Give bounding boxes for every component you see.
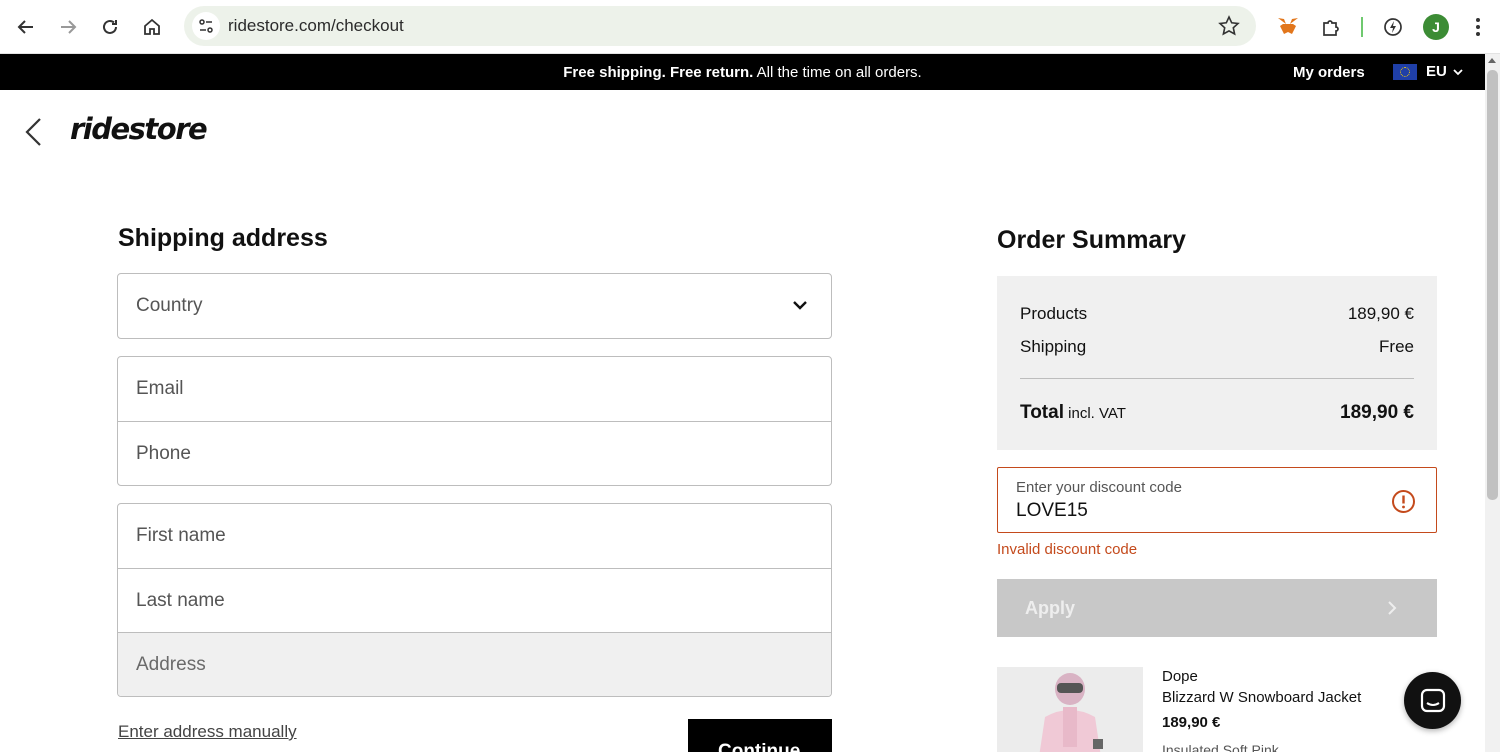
last-name-field[interactable] [136, 589, 831, 612]
url-text: ridestore.com/checkout [228, 16, 404, 35]
discount-label: Enter your discount code [1016, 479, 1182, 496]
enter-address-manually-link[interactable]: Enter address manually [118, 722, 297, 742]
region-label: EU [1426, 63, 1447, 80]
error-alert-icon [1392, 490, 1415, 513]
site-settings-icon[interactable] [192, 12, 220, 40]
scroll-thumb[interactable] [1487, 70, 1498, 500]
product-price: 189,90 € [1162, 714, 1221, 731]
phone-field-wrap [118, 421, 831, 485]
page-scrollbar[interactable] [1485, 54, 1500, 752]
country-select[interactable]: Country [118, 274, 831, 338]
product-variant: Insulated Soft Pink [1162, 742, 1279, 752]
apply-discount-button[interactable]: Apply [997, 579, 1437, 637]
reload-icon[interactable] [95, 12, 125, 42]
extensions-puzzle-icon[interactable] [1317, 13, 1345, 41]
contact-group [117, 356, 832, 486]
products-row: Products 189,90 € [1020, 304, 1414, 324]
shipping-title: Shipping address [118, 224, 328, 252]
jacket-model-illustration [997, 667, 1143, 752]
products-label: Products [1020, 304, 1088, 323]
total-row: Total incl. VAT 189,90 € [1020, 402, 1414, 424]
address-bar[interactable]: ridestore.com/checkout [184, 6, 1256, 46]
discount-input[interactable] [1016, 500, 1376, 522]
product-image[interactable] [997, 667, 1143, 752]
performance-bolt-icon[interactable] [1379, 13, 1407, 41]
fox-extension-icon[interactable] [1274, 13, 1302, 41]
chat-support-button[interactable] [1404, 672, 1461, 729]
total-label-text: Total [1020, 402, 1064, 423]
name-address-group [117, 503, 832, 697]
eu-flag-icon [1393, 63, 1417, 80]
shipping-label: Shipping [1020, 337, 1087, 356]
discount-error-message: Invalid discount code [997, 541, 1138, 558]
bookmark-star-icon[interactable] [1218, 15, 1240, 37]
products-value: 189,90 € [1347, 304, 1414, 323]
summary-box: Products 189,90 € Shipping Free Total in… [997, 276, 1437, 450]
address-field[interactable] [136, 653, 831, 676]
first-name-wrap [118, 504, 831, 568]
order-summary-title: Order Summary [997, 226, 1186, 254]
chevron-down-icon [1453, 68, 1463, 75]
browser-toolbar: ridestore.com/checkout J [0, 0, 1500, 54]
address-wrap [118, 632, 831, 696]
scroll-up-arrow[interactable] [1488, 58, 1496, 63]
promo-message: Free shipping. Free return. All the time… [0, 64, 1485, 81]
total-sub-label: incl. VAT [1063, 405, 1126, 422]
back-arrow-icon[interactable] [20, 116, 46, 148]
country-placeholder: Country [136, 295, 203, 316]
promo-bold-text: Free shipping. Free return. [563, 64, 754, 81]
toolbar-separator [1361, 17, 1363, 37]
total-label: Total incl. VAT [1020, 402, 1126, 424]
product-name[interactable]: Blizzard W Snowboard Jacket [1162, 689, 1361, 706]
apply-label: Apply [1025, 597, 1076, 618]
home-icon[interactable] [137, 12, 167, 42]
promo-bar: Free shipping. Free return. All the time… [0, 54, 1485, 90]
forward-icon[interactable] [53, 12, 83, 42]
promo-rest-text: All the time on all orders. [753, 64, 922, 81]
chevron-down-icon [793, 301, 807, 310]
ridestore-logo[interactable]: ridestore [70, 112, 208, 146]
first-name-field[interactable] [136, 525, 831, 547]
region-selector[interactable]: EU [1393, 63, 1463, 80]
shipping-value: Free [1379, 337, 1414, 356]
my-orders-link[interactable]: My orders [1293, 64, 1365, 81]
country-group: Country [117, 273, 832, 339]
product-brand: Dope [1162, 668, 1198, 685]
email-field-wrap [118, 357, 831, 421]
total-value: 189,90 € [1340, 402, 1414, 423]
last-name-wrap [118, 568, 831, 632]
back-icon[interactable] [11, 12, 41, 42]
profile-avatar[interactable]: J [1423, 14, 1449, 40]
email-field[interactable] [136, 378, 831, 400]
phone-field[interactable] [136, 442, 831, 465]
chevron-right-icon [1388, 601, 1397, 615]
shipping-row: Shipping Free [1020, 337, 1414, 357]
chat-icon [1420, 688, 1445, 712]
continue-button[interactable]: Continue [688, 719, 832, 752]
summary-divider [1020, 378, 1414, 379]
discount-field-box[interactable]: Enter your discount code [997, 467, 1437, 533]
browser-menu-icon[interactable] [1464, 13, 1492, 41]
